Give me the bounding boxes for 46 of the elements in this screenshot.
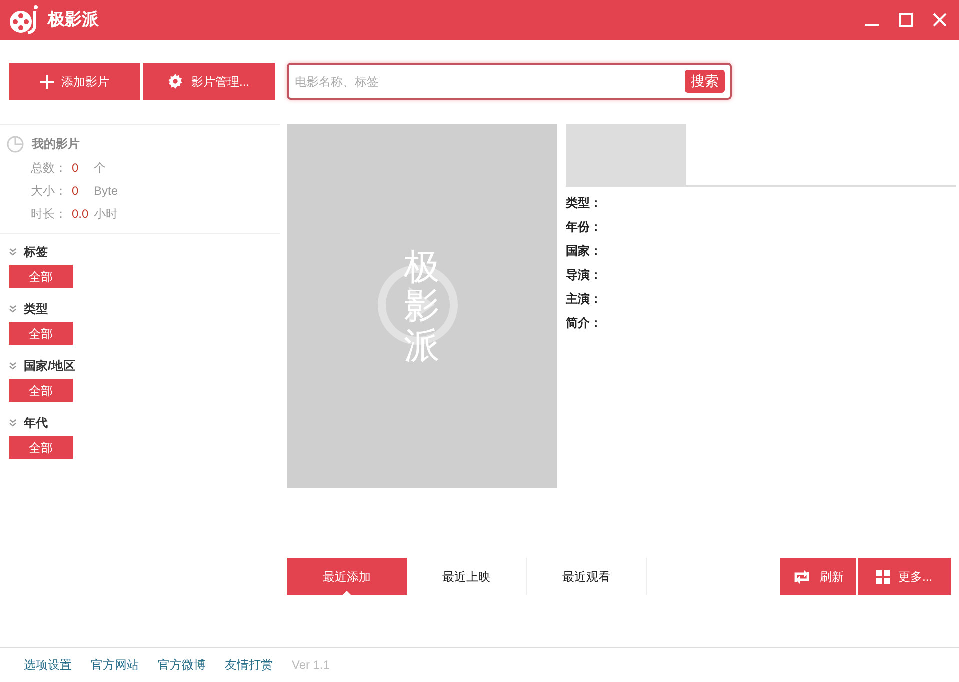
stat-label: 大小： xyxy=(31,182,68,200)
window-title: 极影派 xyxy=(48,9,99,32)
search-field[interactable]: 电影名称、标签 搜索 xyxy=(287,63,732,100)
stat-label: 总数： xyxy=(31,160,68,176)
filter-tag[interactable]: 全部 xyxy=(9,436,73,459)
filter-tag[interactable]: 全部 xyxy=(9,322,73,345)
pie-chart-icon xyxy=(7,136,24,152)
manage-movies-button[interactable]: 影片管理... xyxy=(143,63,275,100)
search-button[interactable]: 搜索 xyxy=(685,70,725,93)
filter-header[interactable]: 类型 xyxy=(9,301,280,317)
grid-icon xyxy=(876,570,890,584)
section-title: 我的影片 xyxy=(32,136,80,153)
footer-link[interactable]: 友情打赏 xyxy=(225,656,273,674)
plus-icon xyxy=(40,74,54,88)
footer-link[interactable]: 官方微博 xyxy=(158,656,206,674)
filter-header[interactable]: 国家/地区 xyxy=(9,358,280,374)
stat-value: 0 xyxy=(72,160,80,176)
stat-unit: 个 xyxy=(94,160,106,176)
tab[interactable]: 最近观看 xyxy=(527,558,647,595)
stat-unit: 小时 xyxy=(94,206,118,222)
filter-header[interactable]: 标签 xyxy=(9,244,280,260)
stat-label: 时长： xyxy=(31,206,68,222)
gear-icon xyxy=(168,74,184,89)
detail-label: 简介： xyxy=(566,315,603,332)
maximize-icon[interactable] xyxy=(899,13,913,27)
stat-value: 0.0 xyxy=(72,206,90,222)
add-movie-button[interactable]: 添加影片 xyxy=(9,63,140,100)
footer-link[interactable]: 官方网站 xyxy=(91,656,139,674)
stat-value: 0 xyxy=(72,182,80,200)
refresh-icon xyxy=(792,568,812,584)
tab[interactable]: 最近添加 xyxy=(287,558,407,595)
refresh-button[interactable]: 刷新 xyxy=(780,558,856,595)
detail-label: 类型： xyxy=(566,195,603,212)
filter-tag[interactable]: 全部 xyxy=(9,379,73,402)
footer-link[interactable]: 选项设置 xyxy=(24,656,72,674)
close-icon[interactable] xyxy=(933,13,947,27)
tab[interactable]: 最近上映 xyxy=(407,558,527,595)
detail-label: 主演： xyxy=(566,291,603,308)
more-button[interactable]: 更多... xyxy=(858,558,951,595)
filter-header[interactable]: 年代 xyxy=(9,415,280,431)
filter-tag[interactable]: 全部 xyxy=(9,265,73,288)
version-label: Ver 1.1 xyxy=(292,657,330,674)
detail-label: 导演： xyxy=(566,267,603,284)
stat-unit: Byte xyxy=(94,182,118,200)
detail-label: 年份： xyxy=(566,219,603,236)
detail-label: 国家： xyxy=(566,243,603,260)
